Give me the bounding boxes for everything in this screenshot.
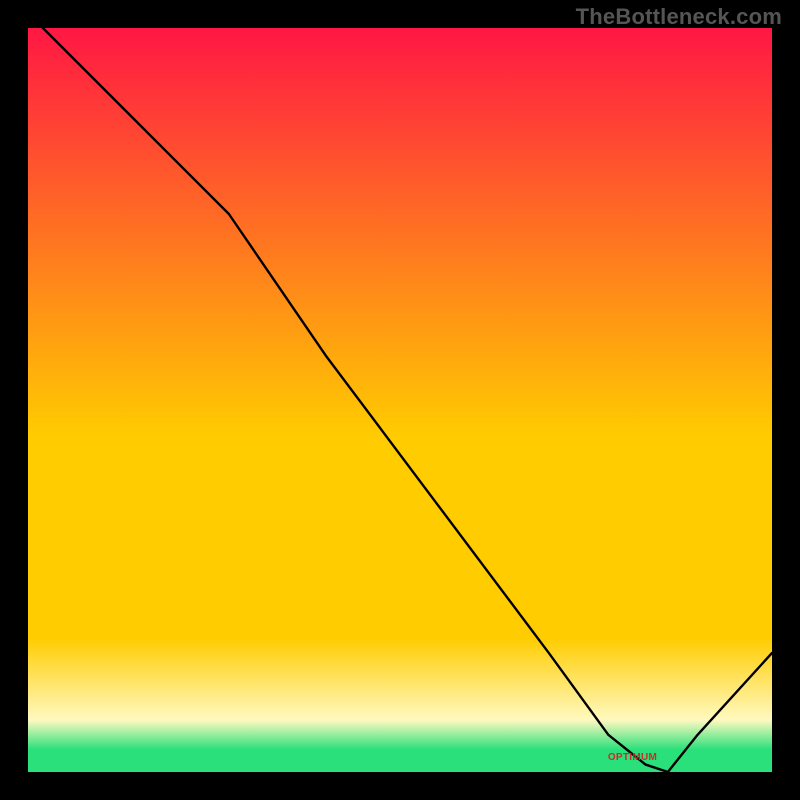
gradient-background bbox=[28, 28, 772, 772]
chart-svg bbox=[28, 28, 772, 772]
plot-area: OPTIMUM bbox=[28, 28, 772, 772]
optimum-marker: OPTIMUM bbox=[608, 752, 657, 763]
chart-frame: TheBottleneck.com OPTIMUM bbox=[0, 0, 800, 800]
watermark-text: TheBottleneck.com bbox=[576, 4, 782, 30]
